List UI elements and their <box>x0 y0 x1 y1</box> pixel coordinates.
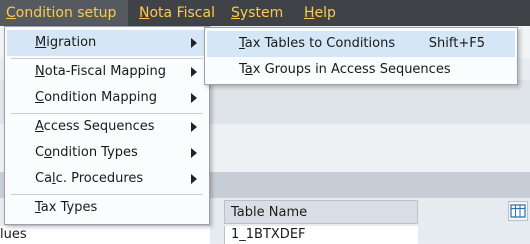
submenu-arrow-icon <box>191 93 197 103</box>
table-cell-table-name[interactable]: 1_1BTXDEF <box>224 226 418 244</box>
menu-item-access-sequences[interactable]: Access Sequences <box>7 114 207 140</box>
menu-system[interactable]: System <box>225 0 289 26</box>
table-settings-icon[interactable] <box>508 201 528 221</box>
submenu-arrow-icon <box>191 67 197 77</box>
menu-item-condition-mapping[interactable]: Condition Mapping <box>7 85 207 111</box>
menu-item-migration[interactable]: Migration <box>7 30 207 56</box>
menu-item-tax-groups-in-access-sequences[interactable]: Tax Groups in Access Sequences <box>207 57 515 83</box>
menu-item-calc-procedures[interactable]: Calc. Procedures <box>7 166 207 192</box>
shortcut-label: Shift+F5 <box>428 36 485 51</box>
menu-bar: Condition setup Nota Fiscal System Help <box>0 0 530 26</box>
submenu-arrow-icon <box>191 148 197 158</box>
menu-condition-setup[interactable]: Condition setup <box>0 0 128 26</box>
column-header-table-name[interactable]: Table Name <box>224 200 418 224</box>
submenu-arrow-icon <box>191 38 197 48</box>
menu-item-tax-types[interactable]: Tax Types <box>7 195 207 221</box>
menu-help[interactable]: Help <box>298 0 342 26</box>
condition-setup-menu: Migration Nota-Fiscal Mapping Condition … <box>4 26 210 225</box>
menu-item-nota-fiscal-mapping[interactable]: Nota-Fiscal Mapping <box>7 59 207 85</box>
menu-item-condition-types[interactable]: Condition Types <box>7 140 207 166</box>
menu-nota-fiscal[interactable]: Nota Fiscal <box>133 0 221 26</box>
table-cell-left[interactable]: alues <box>0 226 210 244</box>
menu-item-tax-tables-to-conditions[interactable]: Tax Tables to Conditions Shift+F5 <box>207 31 515 57</box>
submenu-arrow-icon <box>191 174 197 184</box>
migration-submenu: Tax Tables to Conditions Shift+F5 Tax Gr… <box>204 27 518 85</box>
submenu-arrow-icon <box>191 122 197 132</box>
